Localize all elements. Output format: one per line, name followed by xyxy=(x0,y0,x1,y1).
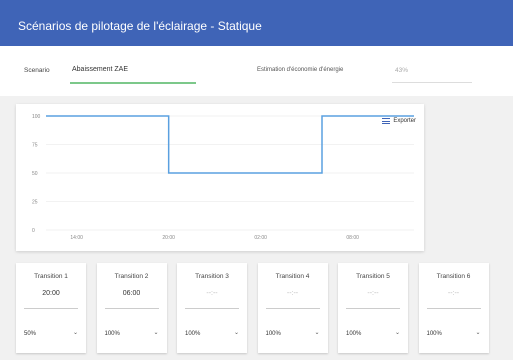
transition-card-1: Transition 1 20:00 50% ⌄ xyxy=(16,263,86,353)
transition-title: Transition 5 xyxy=(356,273,390,280)
lighting-chart: 100 75 50 25 0 14:00 20:00 02:00 08:00 Exporter xyxy=(16,104,424,251)
transition-title: Transition 4 xyxy=(275,273,310,280)
y-tick-label: 50 xyxy=(32,171,38,177)
transition-card-2: Transition 2 06:00 100% ⌄ xyxy=(96,263,167,353)
chevron-down-icon[interactable]: ⌄ xyxy=(153,329,158,336)
chevron-down-icon[interactable]: ⌄ xyxy=(234,329,239,336)
x-tick-label: 14:00 xyxy=(70,235,83,241)
chevron-down-icon[interactable]: ⌄ xyxy=(475,329,480,336)
transition-time-input[interactable]: --:-- xyxy=(419,290,489,297)
menu-icon xyxy=(382,118,391,124)
chevron-down-icon[interactable]: ⌄ xyxy=(314,329,319,336)
transitions-row: Transition 1 20:00 50% ⌄ Transition 2 06:00 10… xyxy=(16,263,513,360)
transition-card-6: Transition 6 --:-- 100% ⌄ xyxy=(418,263,489,353)
transition-divider xyxy=(346,308,400,309)
transition-level-select[interactable]: 100% xyxy=(105,331,120,337)
transition-divider xyxy=(24,308,78,309)
transition-title: Transition 2 xyxy=(114,273,149,280)
transition-card-3: Transition 3 --:-- 100% ⌄ xyxy=(177,263,247,353)
transition-divider xyxy=(426,308,481,309)
transition-title: Transition 3 xyxy=(195,273,229,280)
transition-title: Transition 1 xyxy=(34,273,68,280)
transition-divider xyxy=(104,308,159,309)
transition-time-input[interactable]: --:-- xyxy=(338,290,408,297)
transition-time-input[interactable]: --:-- xyxy=(258,290,328,297)
y-tick-label: 75 xyxy=(32,143,38,149)
app-header: Scénarios de pilotage de l'éclairage - S… xyxy=(0,0,513,46)
chart-svg: 100 75 50 25 0 14:00 20:00 02:00 08:00 xyxy=(32,114,414,241)
transition-time-input[interactable]: 20:00 xyxy=(16,290,86,297)
scenario-underline xyxy=(70,82,196,84)
energy-saving-value: 43% xyxy=(395,67,409,74)
energy-saving-underline xyxy=(392,82,472,83)
transition-divider xyxy=(265,308,320,309)
transition-time-input[interactable]: 06:00 xyxy=(97,290,167,297)
page-title: Scénarios de pilotage de l'éclairage - S… xyxy=(18,19,262,33)
x-tick-label: 02:00 xyxy=(254,235,267,241)
energy-saving-label: Estimation d'économie d'énergie xyxy=(257,67,344,73)
transition-level-select[interactable]: 100% xyxy=(346,331,361,337)
transition-time-input[interactable]: --:-- xyxy=(177,290,247,297)
transition-divider xyxy=(185,308,239,309)
chevron-down-icon[interactable]: ⌄ xyxy=(73,329,78,336)
scenario-bar: Scenario Abaissement ZAE Estimation d'éc… xyxy=(0,46,513,96)
transition-card-4: Transition 4 --:-- 100% ⌄ xyxy=(257,263,328,353)
y-tick-label: 25 xyxy=(32,200,38,206)
transition-level-select[interactable]: 50% xyxy=(24,331,36,337)
transition-title: Transition 6 xyxy=(436,273,471,280)
y-tick-label: 100 xyxy=(32,114,41,120)
transition-level-select[interactable]: 100% xyxy=(185,331,200,337)
transition-level-select[interactable]: 100% xyxy=(427,331,442,337)
chevron-down-icon[interactable]: ⌄ xyxy=(395,329,400,336)
scenario-select[interactable]: Abaissement ZAE xyxy=(72,66,128,73)
transition-level-select[interactable]: 100% xyxy=(266,331,281,337)
transition-card-5: Transition 5 --:-- 100% ⌄ xyxy=(338,263,408,353)
y-tick-label: 0 xyxy=(32,228,35,234)
export-button[interactable]: Exporter xyxy=(382,118,416,124)
x-tick-label: 20:00 xyxy=(162,235,175,241)
scenario-label: Scenario xyxy=(24,67,50,74)
x-tick-label: 08:00 xyxy=(346,235,359,241)
export-label: Exporter xyxy=(393,118,416,124)
